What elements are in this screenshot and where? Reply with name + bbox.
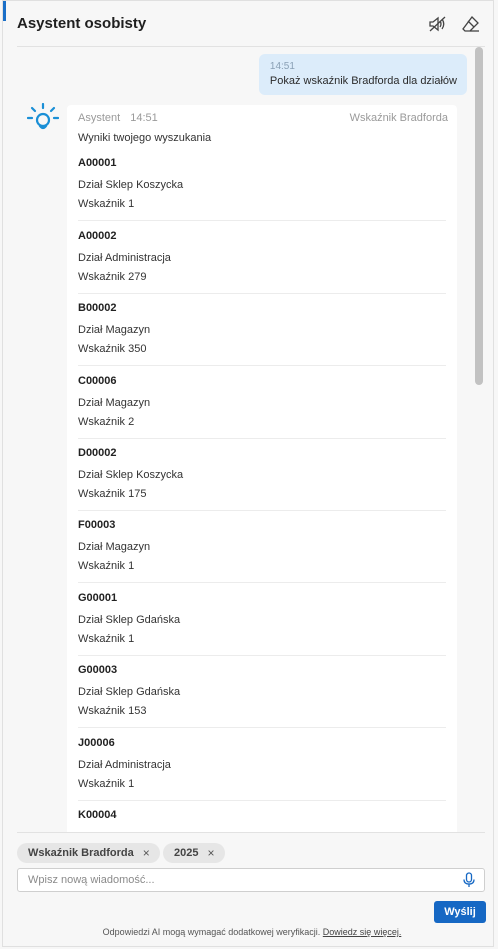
result-code: F00003: [78, 519, 116, 531]
result-divider: [78, 510, 446, 511]
result-code: A00002: [78, 230, 117, 242]
result-code: G00001: [78, 592, 118, 604]
assistant-time: 14:51: [130, 112, 158, 124]
result-item: J00006 Dział Administracja Wskaźnik 1: [78, 737, 446, 810]
chat-area[interactable]: 14:51 Pokaż wskaźnik Bradforda dla dział…: [3, 47, 495, 833]
result-value: Wskaźnik 1: [78, 778, 135, 790]
result-department: Dział Sklep Gdańska: [78, 686, 181, 698]
remove-filter-icon[interactable]: ×: [207, 846, 214, 860]
ai-disclaimer: Odpowiedzi AI mogą wymagać dodatkowej we…: [3, 927, 498, 937]
result-item: F00003 Dział Magazyn Wskaźnik 1: [78, 519, 446, 592]
result-item: K00004: [78, 809, 446, 833]
result-item: G00003 Dział Sklep Gdańska Wskaźnik 153: [78, 664, 446, 737]
result-department: Dział Administracja: [78, 252, 171, 264]
result-divider: [78, 365, 446, 366]
result-divider: [78, 655, 446, 656]
result-item: A00001 Dział Sklep Koszycka Wskaźnik 1: [78, 157, 446, 230]
result-department: Dział Magazyn: [78, 541, 151, 553]
results-intro: Wyniki twojego wyszukania: [78, 132, 212, 144]
result-item: C00006 Dział Magazyn Wskaźnik 2: [78, 375, 446, 448]
result-value: Wskaźnik 350: [78, 343, 147, 355]
learn-more-link[interactable]: Dowiedz się więcej.: [323, 927, 402, 937]
assistant-message-card: Asystent 14:51 Wskaźnik Bradforda Wyniki…: [67, 105, 457, 833]
result-divider: [78, 438, 446, 439]
assistant-topic-tag: Wskaźnik Bradforda: [349, 112, 448, 124]
result-code: C00006: [78, 375, 117, 387]
disclaimer-text: Odpowiedzi AI mogą wymagać dodatkowej we…: [102, 927, 321, 937]
eraser-icon[interactable]: [459, 12, 483, 36]
result-department: Dział Sklep Gdańska: [78, 614, 181, 626]
result-value: Wskaźnik 1: [78, 198, 135, 210]
result-divider: [78, 727, 446, 728]
result-value: Wskaźnik 175: [78, 488, 147, 500]
result-item: A00002 Dział Administracja Wskaźnik 279: [78, 230, 446, 303]
result-code: K00004: [78, 809, 117, 821]
result-value: Wskaźnik 1: [78, 560, 135, 572]
chat-scrollbar-thumb[interactable]: [475, 47, 483, 385]
speaker-muted-icon[interactable]: [425, 12, 449, 36]
filter-chip-label: Wskaźnik Bradforda: [28, 847, 134, 859]
assistant-panel: Asystent osobisty 14:51 Pokaż wskaźnik B…: [2, 0, 494, 947]
result-value: Wskaźnik 2: [78, 416, 135, 428]
result-divider: [78, 293, 446, 294]
user-message-bubble: 14:51 Pokaż wskaźnik Bradforda dla dział…: [258, 54, 467, 95]
result-code: B00002: [78, 302, 117, 314]
message-input[interactable]: [18, 869, 458, 891]
result-department: Dział Magazyn: [78, 324, 151, 336]
result-divider: [78, 220, 446, 221]
remove-filter-icon[interactable]: ×: [143, 846, 150, 860]
assistant-message-meta: Asystent 14:51 Wskaźnik Bradforda: [78, 112, 448, 124]
result-value: Wskaźnik 153: [78, 705, 147, 717]
send-button[interactable]: Wyślij: [434, 901, 486, 923]
result-divider: [78, 800, 446, 801]
result-item: G00001 Dział Sklep Gdańska Wskaźnik 1: [78, 592, 446, 665]
user-message-text: Pokaż wskaźnik Bradforda dla działów: [269, 75, 457, 87]
message-input-wrapper: [17, 868, 485, 892]
composer-divider: [17, 832, 485, 833]
panel-header: Asystent osobisty: [3, 1, 495, 47]
result-department: Dział Magazyn: [78, 397, 151, 409]
result-department: Dział Sklep Koszycka: [78, 469, 184, 481]
filter-chip-year: 2025 ×: [163, 843, 225, 863]
assistant-avatar-icon: [26, 102, 60, 135]
result-code: G00003: [78, 664, 118, 676]
assistant-sender: Asystent: [78, 112, 121, 124]
result-code: J00006: [78, 737, 115, 749]
result-item: B00002 Dział Magazyn Wskaźnik 350: [78, 302, 446, 375]
result-value: Wskaźnik 1: [78, 633, 135, 645]
result-item: D00002 Dział Sklep Koszycka Wskaźnik 175: [78, 447, 446, 520]
user-message-time: 14:51: [269, 61, 295, 72]
result-code: A00001: [78, 157, 117, 169]
result-department: Dział Sklep Koszycka: [78, 179, 184, 191]
result-value: Wskaźnik 279: [78, 271, 147, 283]
filter-chip-label: 2025: [174, 847, 199, 859]
filter-chip-bradford: Wskaźnik Bradforda ×: [17, 843, 160, 863]
result-department: Dział Administracja: [78, 759, 171, 771]
panel-title: Asystent osobisty: [17, 15, 147, 32]
microphone-icon[interactable]: [462, 872, 476, 888]
result-code: D00002: [78, 447, 117, 459]
result-divider: [78, 582, 446, 583]
